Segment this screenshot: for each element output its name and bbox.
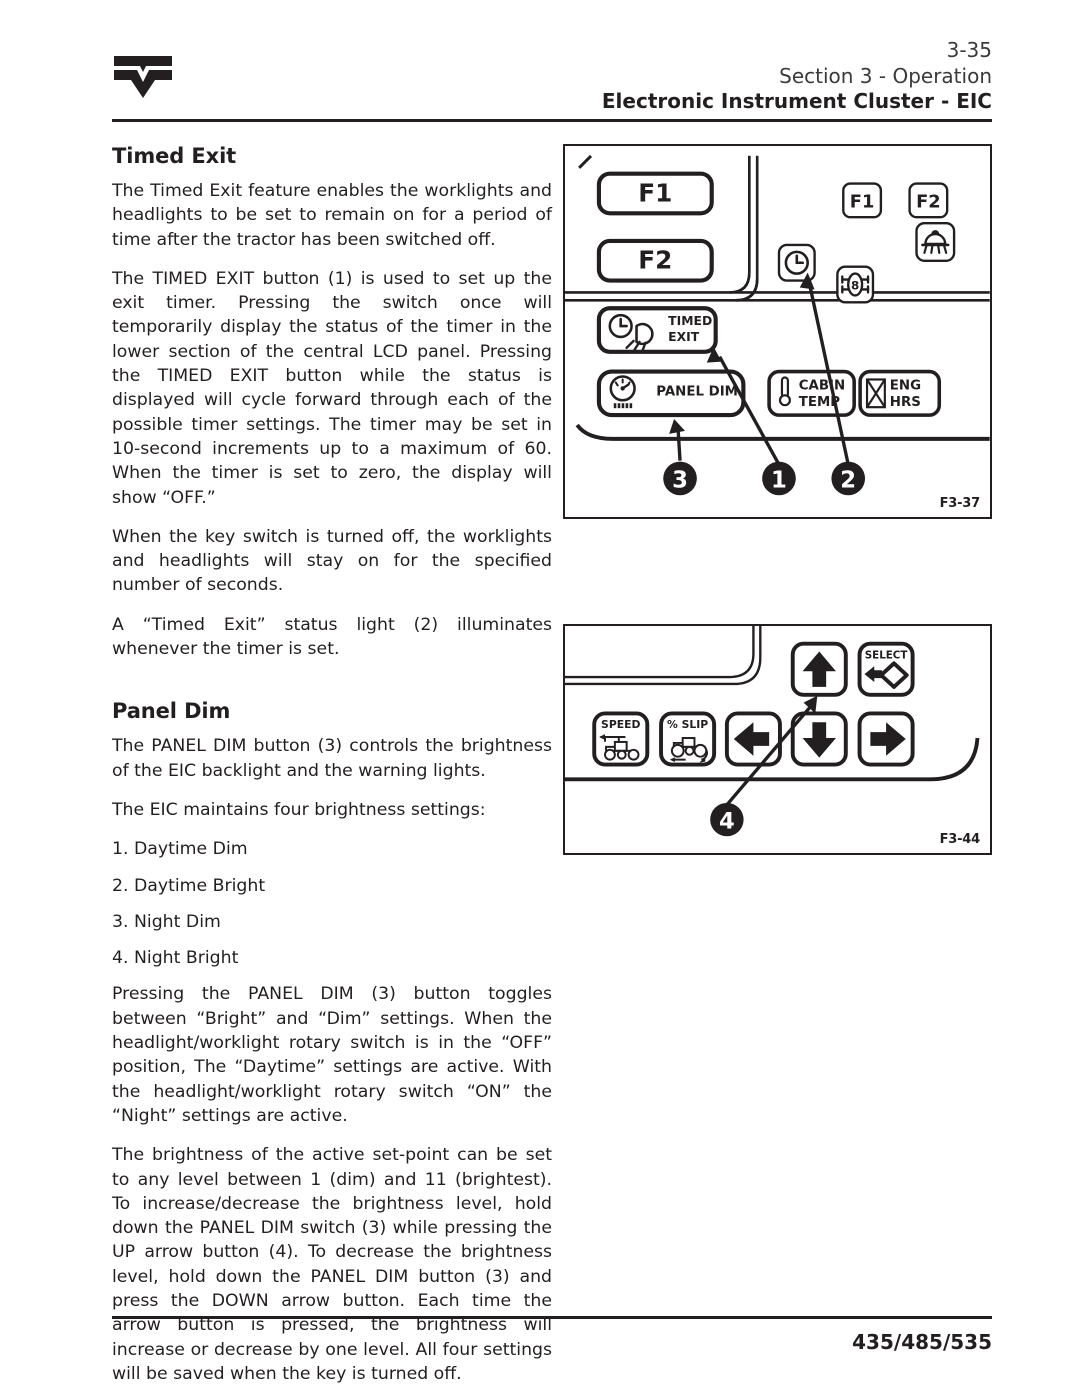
figure-2-drawing: SPEED % SLIP SELECT 4 xyxy=(565,626,980,837)
down-arrow-button xyxy=(790,711,848,767)
hourglass-icon xyxy=(865,378,886,409)
logo-mark xyxy=(114,56,172,98)
svg-text:F1: F1 xyxy=(850,191,875,212)
figure-eic-buttons: F1 F2 TIMED EXIT PANEL DIM F1 F2 8 CABIN… xyxy=(563,144,992,519)
footer-model-numbers: 435/485/535 xyxy=(852,1330,992,1354)
timed-exit-button: TIMED EXIT xyxy=(596,306,718,354)
callout-1: 1 xyxy=(762,461,796,496)
svg-text:ENG: ENG xyxy=(890,378,921,393)
eng-hrs-button: ENG HRS xyxy=(858,369,942,417)
svg-text:TIMED: TIMED xyxy=(668,314,712,328)
paragraph-timed-exit-4: A “Timed Exit” status light (2) illumina… xyxy=(112,614,552,660)
svg-text:1: 1 xyxy=(771,467,787,493)
svg-text:% SLIP: % SLIP xyxy=(667,718,708,731)
list-item: 3. Night Dim xyxy=(112,911,221,932)
svg-text:3: 3 xyxy=(672,467,688,493)
paragraph-panel-dim-1: The PANEL DIM button (3) controls the br… xyxy=(112,736,552,781)
heading-timed-exit: Timed Exit xyxy=(112,144,237,168)
header-text-block: 3-35 Section 3 - Operation Electronic In… xyxy=(602,38,992,115)
panel-dim-button: PANEL DIM xyxy=(596,369,746,418)
callout-4: 4 xyxy=(710,802,744,837)
page-number: 3-35 xyxy=(946,38,992,62)
svg-text:PANEL DIM: PANEL DIM xyxy=(656,384,738,399)
valtra-logo xyxy=(112,52,174,100)
indicator-diff-lock-icon: 8 xyxy=(836,265,875,304)
paragraph-panel-dim-4: The brightness of the active set-point c… xyxy=(112,1145,552,1384)
list-item: 4. Night Bright xyxy=(112,948,239,969)
svg-text:F1: F1 xyxy=(638,178,672,207)
svg-text:CABIN: CABIN xyxy=(799,378,845,393)
paragraph-timed-exit-1: The Timed Exit feature enables the workl… xyxy=(112,181,552,250)
svg-text:8: 8 xyxy=(851,278,859,292)
callout-3: 3 xyxy=(663,461,697,496)
svg-text:EXIT: EXIT xyxy=(668,330,700,344)
figure-arrow-buttons: SPEED % SLIP SELECT 4 F3-44 xyxy=(563,624,992,855)
svg-text:HRS: HRS xyxy=(890,395,921,410)
svg-text:4: 4 xyxy=(719,808,735,834)
callout-2: 2 xyxy=(831,461,866,496)
svg-text:F2: F2 xyxy=(916,191,941,212)
gauge-dim-icon xyxy=(609,375,636,409)
svg-text:SELECT: SELECT xyxy=(865,649,908,661)
indicator-f2: F2 xyxy=(908,182,949,219)
figure-2-caption: F3-44 xyxy=(939,832,981,847)
paragraph-panel-dim-3: Pressing the PANEL DIM (3) button toggle… xyxy=(112,984,552,1126)
right-arrow-button xyxy=(857,711,915,767)
figure-1-drawing: F1 F2 TIMED EXIT PANEL DIM F1 F2 8 CABIN… xyxy=(565,154,990,496)
section-label: Section 3 - Operation xyxy=(779,63,992,88)
f2-button: F2 xyxy=(596,238,714,283)
footer-divider xyxy=(112,1316,992,1319)
slip-button: % SLIP xyxy=(659,711,717,767)
select-button: SELECT xyxy=(857,641,915,697)
svg-text:F2: F2 xyxy=(638,246,672,275)
f1-button: F1 xyxy=(596,171,714,216)
page-header: 3-35 Section 3 - Operation Electronic In… xyxy=(112,38,992,118)
body-text-column: Timed Exit The Timed Exit feature enable… xyxy=(112,144,552,1386)
speed-button: SPEED xyxy=(592,711,650,767)
figure-1-caption: F3-37 xyxy=(939,496,981,511)
list-item: 1. Daytime Dim xyxy=(112,839,248,860)
paragraph-timed-exit-3: When the key switch is turned off, the w… xyxy=(112,526,552,596)
up-arrow-button xyxy=(790,641,848,697)
indicator-f1: F1 xyxy=(842,182,883,219)
svg-text:SPEED: SPEED xyxy=(601,718,640,731)
thermometer-icon xyxy=(778,376,791,407)
list-item: 2. Daytime Bright xyxy=(112,875,266,896)
indicator-seat-icon xyxy=(915,221,956,262)
paragraph-panel-dim-2: The EIC maintains four brightness settin… xyxy=(112,799,486,820)
paragraph-timed-exit-2: The TIMED EXIT button (1) is used to set… xyxy=(112,268,552,508)
page-title: Electronic Instrument Cluster - EIC xyxy=(601,89,992,114)
cabin-temp-button: CABIN TEMP xyxy=(767,369,856,417)
header-divider xyxy=(112,119,992,122)
heading-panel-dim: Panel Dim xyxy=(112,699,231,724)
svg-text:2: 2 xyxy=(840,467,856,493)
indicator-clock-icon xyxy=(777,243,816,282)
left-arrow-button xyxy=(724,711,782,767)
